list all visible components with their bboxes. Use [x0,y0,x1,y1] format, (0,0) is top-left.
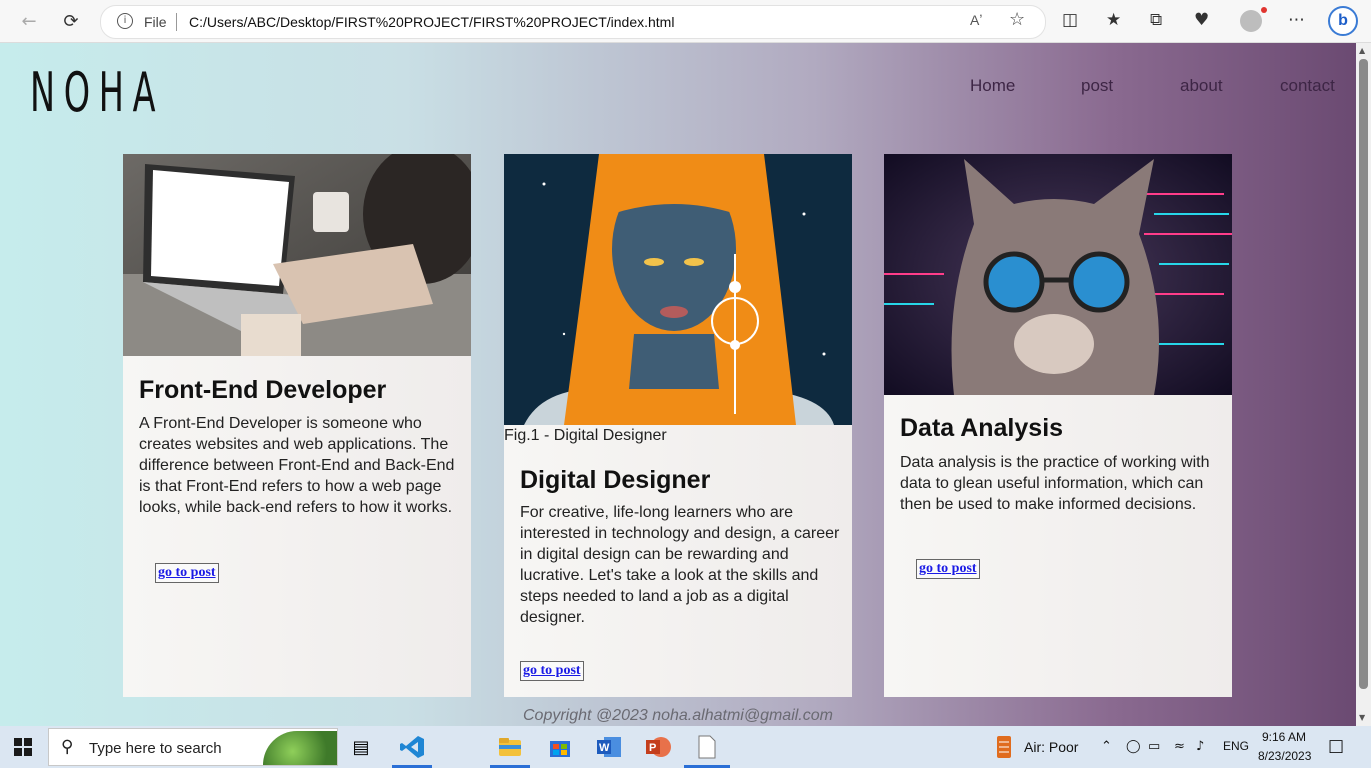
scroll-up-icon[interactable]: ▲ [1359,46,1365,55]
windows-taskbar: ⚲ Type here to search ▤ W P Air: Poor ⌃ … [0,726,1371,768]
chevron-up-icon[interactable]: ⌃ [1101,739,1112,754]
device-icon[interactable]: ◯ [1126,739,1141,754]
card-data-analysis: Data Analysis Data analysis is the pract… [884,154,1232,697]
page-scrollbar[interactable]: ▲ ▼ [1356,43,1371,726]
address-bar[interactable]: i File C:/Users/ABC/Desktop/FIRST%20PROJ… [100,5,1046,39]
file-explorer-icon[interactable] [496,733,524,761]
file-icon[interactable] [693,733,721,761]
word-icon[interactable]: W [595,733,623,761]
vscode-icon[interactable] [398,733,426,761]
collections-icon[interactable]: ⧉ [1150,10,1162,30]
laptop-image [123,154,471,356]
browser-toolbar: ← ⟳ i File C:/Users/ABC/Desktop/FIRST%20… [0,0,1371,43]
address-divider [176,13,177,31]
scrollbar-thumb[interactable] [1359,59,1368,689]
figure-caption: Fig.1 - Digital Designer [504,427,667,444]
card-title: Digital Designer [520,466,711,494]
svg-text:W: W [599,742,610,754]
refresh-icon[interactable]: ⟳ [58,8,84,34]
volume-icon[interactable]: ♪ [1196,739,1204,754]
language-indicator[interactable]: ENG [1223,739,1249,753]
search-highlight-image[interactable] [263,731,337,765]
notification-icon[interactable]: □ [1328,736,1344,756]
battery-icon[interactable]: ▭ [1148,739,1160,754]
site-logo: NOHA [30,61,165,124]
go-to-post-button[interactable]: go to post [520,661,584,681]
wifi-icon[interactable]: ≈ [1174,739,1185,754]
card-text: A Front-End Developer is someone who cre… [139,415,455,516]
air-quality-text[interactable]: Air: Poor [1024,739,1078,755]
go-to-post-button[interactable]: go to post [916,559,980,579]
more-options-icon[interactable]: ⋯ [1288,10,1305,30]
info-icon[interactable]: i [117,13,133,29]
windows-start-icon[interactable] [14,738,32,756]
profile-avatar[interactable] [1240,7,1267,32]
nav-contact[interactable]: contact [1280,76,1335,96]
card-text: For creative, life-long learners who are… [520,504,840,626]
scheme-label: File [144,14,167,30]
search-placeholder: Type here to search [89,740,222,757]
card-title: Front-End Developer [139,376,387,404]
nav-home[interactable]: Home [970,76,1015,96]
scroll-down-icon[interactable]: ▼ [1359,713,1365,722]
taskbar-search[interactable]: ⚲ Type here to search [48,728,338,766]
back-arrow-icon[interactable]: ← [16,8,42,34]
clock-date[interactable]: 8/23/2023 [1258,749,1311,763]
powerpoint-icon[interactable]: P [644,733,672,761]
card-front-end: Front-End Developer A Front-End Develope… [123,154,471,697]
task-view-icon[interactable]: ▤ [347,733,375,761]
copyright-footer: Copyright @2023 noha.alhatmi@gmail.com [523,707,833,724]
search-icon: ⚲ [61,737,74,757]
card-digital-designer: Fig.1 - Digital Designer Digital Designe… [504,154,852,697]
favorites-icon[interactable]: ★ [1106,10,1121,30]
web-page: NOHA Home post about contact Front-End D… [0,43,1356,726]
go-to-post-button[interactable]: go to post [155,563,219,583]
cyber-cat-image [884,154,1232,395]
microsoft-store-icon[interactable] [546,733,574,761]
digital-designer-image [504,154,852,425]
air-quality-icon[interactable] [990,733,1018,761]
nav-about[interactable]: about [1180,76,1223,96]
nav-post[interactable]: post [1081,76,1113,96]
card-text: Data analysis is the practice of working… [900,454,1210,513]
clock-time[interactable]: 9:16 AM [1262,730,1306,744]
browser-essentials-icon[interactable]: ♥ [1194,10,1209,30]
favorite-star-icon[interactable]: ☆ [1009,9,1025,30]
read-aloud-icon[interactable]: Aʼ [970,12,982,28]
url-text[interactable]: C:/Users/ABC/Desktop/FIRST%20PROJECT/FIR… [189,14,674,30]
bing-copilot-icon[interactable]: b [1328,6,1358,36]
split-screen-icon[interactable]: ◫ [1062,10,1078,30]
svg-text:P: P [649,742,656,754]
card-title: Data Analysis [900,414,1064,442]
